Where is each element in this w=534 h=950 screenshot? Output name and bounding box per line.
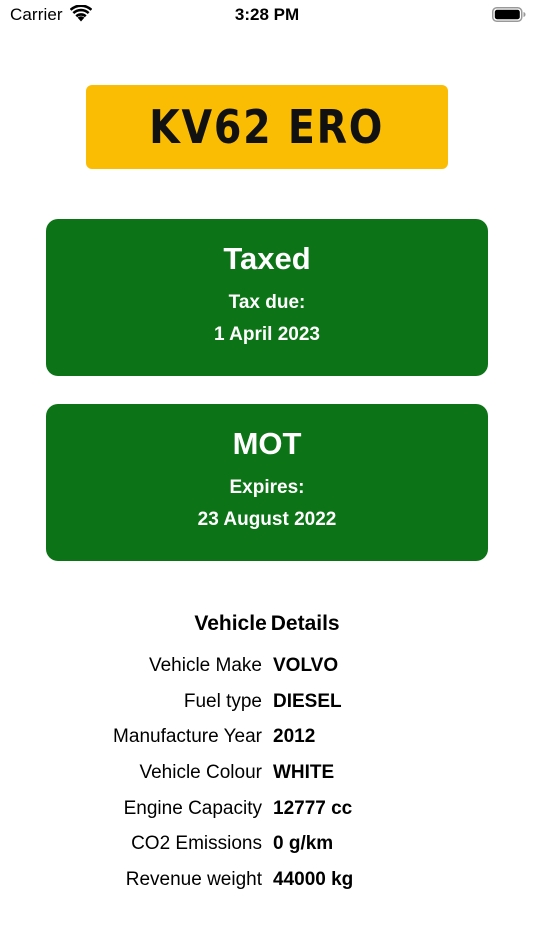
detail-row-revenue-weight: Revenue weight 44000 kg: [0, 866, 534, 902]
mot-expiry-date: 23 August 2022: [197, 509, 337, 530]
tax-due-label: Tax due:: [228, 292, 306, 313]
detail-value: 44000 kg: [273, 869, 354, 891]
detail-row-colour: Vehicle Colour WHITE: [0, 759, 534, 795]
clock-time: 3:28 PM: [234, 5, 300, 24]
detail-label: Engine Capacity: [123, 797, 262, 819]
mot-expires-label: Expires:: [229, 477, 305, 498]
detail-value: 12777 cc: [273, 797, 353, 819]
detail-label: Vehicle Make: [148, 655, 262, 676]
detail-label: CO2 Emissions: [131, 833, 262, 855]
tax-status-card: Taxed Tax due: 1 April 2023: [46, 219, 488, 376]
vehicle-check-screen: Carrier 3:28 PM KV62 ERO Taxed Tax due: …: [0, 0, 534, 950]
detail-label: Fuel type: [183, 690, 262, 712]
detail-row-fuel-type: Fuel type DIESEL: [0, 688, 534, 724]
detail-value: WHITE: [273, 762, 335, 784]
battery-icon: [492, 7, 526, 22]
detail-value: VOLVO: [273, 655, 339, 676]
status-bar: Carrier 3:28 PM: [0, 0, 534, 30]
vehicle-details-heading-part1: Vehicle: [194, 612, 267, 635]
registration-plate: KV62 ERO: [86, 85, 448, 169]
detail-value: 0 g/km: [273, 833, 334, 855]
tax-due-date: 1 April 2023: [214, 324, 320, 345]
detail-label: Manufacture Year: [113, 726, 262, 748]
mot-status-title: MOT: [232, 426, 302, 461]
detail-value: 2012: [273, 726, 316, 748]
detail-row-engine-capacity: Engine Capacity 12777 cc: [0, 795, 534, 831]
detail-label: Revenue weight: [125, 869, 262, 891]
detail-row-make: Vehicle Make VOLVO: [0, 652, 534, 688]
detail-label: Vehicle Colour: [139, 762, 262, 784]
detail-value: DIESEL: [273, 690, 342, 712]
tax-status-title: Taxed: [223, 241, 311, 276]
vehicle-details-heading: Vehicle Details: [0, 612, 534, 636]
vehicle-details-list: Vehicle Make VOLVO Fuel type DIESEL Manu…: [0, 652, 534, 902]
vehicle-details-heading-part2: Details: [270, 612, 340, 635]
registration-number: KV62 ERO: [149, 100, 385, 154]
mot-status-card: MOT Expires: 23 August 2022: [46, 404, 488, 561]
detail-row-manufacture-year: Manufacture Year 2012: [0, 723, 534, 759]
detail-row-co2-emissions: CO2 Emissions 0 g/km: [0, 830, 534, 866]
